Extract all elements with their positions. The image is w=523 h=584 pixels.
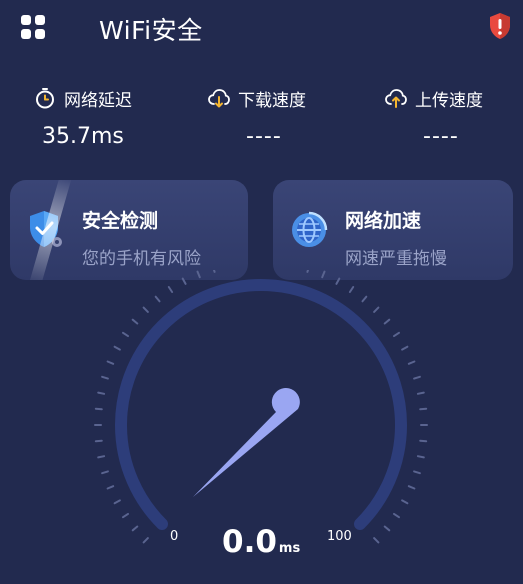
gauge-tick (416, 455, 425, 459)
stat-upload-label: 上传速度 (415, 90, 483, 111)
gauge-needle (193, 388, 300, 497)
gauge-tick (122, 331, 129, 338)
gauge-tick (94, 439, 103, 443)
gauge-reading: 0.0 ms (222, 524, 300, 560)
gauge-tick (419, 407, 428, 411)
cloud-upload-icon (385, 89, 407, 108)
gauge-tick (321, 270, 326, 279)
gauge-tick (101, 375, 109, 380)
stat-upload: 上传速度 ---- (385, 84, 523, 149)
gauge-tick (167, 286, 174, 293)
stat-latency: 网络延迟 35.7ms (34, 84, 194, 149)
security-check-card[interactable]: 安全检测 您的手机有风险 (10, 180, 248, 280)
grid-menu-icon[interactable] (20, 14, 46, 40)
gauge-tick (97, 391, 106, 395)
gauge-tick (306, 270, 310, 273)
stat-download-label: 下载速度 (238, 90, 306, 111)
page-title: WiFi安全 (99, 16, 203, 45)
gauge-tick (407, 485, 416, 490)
gauge-tick (416, 391, 425, 395)
gauge-tick (106, 360, 115, 365)
gauge-reading-value: 0.0 (222, 524, 277, 560)
gauge-tick (393, 331, 400, 338)
gauge-tick (181, 277, 187, 285)
gauge-tick (401, 499, 409, 505)
gauge-tick (419, 439, 428, 443)
network-stats: 网络延迟 35.7ms 下载速度 ---- 上传速度 ---- (0, 84, 523, 164)
gauge-tick (383, 525, 391, 532)
gauge-tick (94, 407, 103, 411)
stat-download: 下载速度 ---- (208, 84, 368, 149)
cloud-download-icon (208, 89, 230, 108)
gauge-tick (413, 375, 421, 380)
gauge-tick (106, 485, 115, 490)
gauge-tick (212, 270, 216, 273)
gauge-ring (115, 279, 407, 530)
shield-alert-icon[interactable] (488, 12, 512, 40)
gauge-tick (113, 499, 121, 505)
gauge-tick (101, 470, 109, 475)
gauge-tick (142, 306, 149, 313)
gauge-tick (407, 360, 416, 365)
security-check-subtitle: 您的手机有风险 (82, 249, 201, 269)
stat-latency-value: 35.7ms (42, 124, 124, 149)
stat-download-value: ---- (246, 124, 282, 149)
app-header: WiFi安全 (0, 0, 523, 56)
gauge-tick (401, 345, 409, 351)
gauge-tick (361, 295, 368, 303)
stat-latency-label: 网络延迟 (64, 90, 132, 111)
gauge-tick (113, 345, 121, 351)
gauge-tick (154, 295, 161, 303)
gauge-tick (335, 277, 341, 285)
network-boost-card[interactable]: 网络加速 网速严重拖慢 (273, 180, 513, 280)
network-boost-subtitle: 网速严重拖慢 (345, 249, 447, 269)
gauge-tick (373, 537, 380, 544)
gauge-tick (373, 306, 380, 313)
network-boost-title: 网络加速 (345, 210, 422, 232)
gauge-tick (196, 270, 201, 279)
gauge-reading-unit: ms (278, 541, 301, 556)
gauge-tick (413, 470, 421, 475)
gauge-tick (383, 318, 391, 325)
gauge-tick (131, 525, 139, 532)
gauge-tick (393, 512, 400, 519)
gauge-tick (97, 455, 106, 459)
gauge-min-label: 0 (170, 529, 179, 544)
gauge-tick (348, 286, 355, 293)
gauge-tick (122, 512, 129, 519)
stat-upload-value: ---- (423, 124, 459, 149)
gauge-max-label: 100 (327, 529, 352, 544)
security-check-title: 安全检测 (82, 210, 159, 232)
speed-gauge: 0 100 0.0 ms (0, 270, 523, 584)
gauge-tick (131, 318, 139, 325)
globe-icon (292, 211, 328, 247)
stopwatch-icon (36, 88, 54, 109)
gauge-tick (142, 537, 149, 544)
